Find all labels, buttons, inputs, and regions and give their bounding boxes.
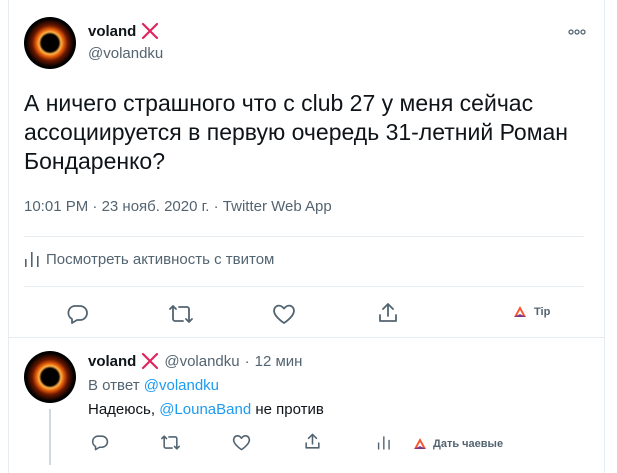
reply-avatar[interactable] [24,351,76,403]
activity-icon [25,252,39,267]
cross-mark-icon [141,22,159,40]
activity-label: Посмотреть активность с твитом [46,250,275,268]
more-icon[interactable] [565,25,589,39]
brave-tip-icon [514,306,526,317]
author-name[interactable]: voland [88,23,136,40]
tweet-source[interactable]: Twitter Web App [223,198,332,215]
reply-icon [67,305,88,324]
retweet-button[interactable] [160,433,181,452]
brave-tip-icon [414,438,426,449]
tweet-date[interactable]: 23 нояб. 2020 г. [102,198,210,215]
like-button[interactable] [232,433,251,452]
reply-icon [91,435,109,451]
reply-author-handle[interactable]: @volandku [164,353,239,370]
like-button[interactable] [272,302,296,326]
reply-context: В ответ @volandku [88,377,219,394]
reply-text-before: Надеюсь, [88,401,156,418]
black-hole-avatar-image [24,17,76,69]
mention-link[interactable]: @LounaBand [159,401,251,418]
divider [24,286,584,287]
tweet-meta: 10:01 PM · 23 нояб. 2020 г. · Twitter We… [24,198,332,215]
tip-button[interactable]: Tip [513,305,550,319]
reply-button[interactable] [65,302,89,326]
send-tip-label: Дать чаевые [433,438,504,450]
reply-to-handle-link[interactable]: @volandku [144,377,219,394]
like-icon [273,304,295,324]
tweet-time[interactable]: 10:01 PM [24,198,88,215]
retweet-button[interactable] [168,302,194,326]
avatar[interactable] [24,17,76,69]
reply-header: voland @volandku · 12 мин [88,352,302,370]
reply-author-name[interactable]: voland [88,353,136,370]
meta-dot: · [92,198,102,215]
cross-mark-icon [141,352,159,370]
activity-icon [377,436,390,450]
like-icon [232,435,251,451]
send-tip-button[interactable]: Дать чаевые [413,437,503,451]
meta-dot: · [213,198,223,215]
thread-line [49,409,51,465]
divider [8,337,605,338]
view-activity-button[interactable] [377,434,391,451]
tip-label: Tip [534,306,551,318]
reply-time[interactable]: 12 мин [255,353,303,370]
black-hole-avatar-image [24,351,76,403]
share-icon [379,303,397,322]
share-icon [305,433,320,449]
reply-button[interactable] [90,433,109,452]
divider [24,236,584,237]
reply-prefix: В ответ [88,377,140,394]
author-row: voland [88,22,159,40]
retweet-icon [169,305,193,323]
share-button[interactable] [376,301,400,325]
retweet-icon [161,435,180,450]
reply-text-after: не против [255,401,324,418]
reply-text: Надеюсь, @LounaBand не против [88,401,324,418]
tweet-text: А ничего страшного что с club 27 у меня … [24,90,569,174]
meta-dot: · [244,352,250,370]
author-handle[interactable]: @volandku [88,45,163,62]
view-activity-link[interactable]: Посмотреть активность с твитом [24,250,274,268]
share-button[interactable] [303,432,322,451]
